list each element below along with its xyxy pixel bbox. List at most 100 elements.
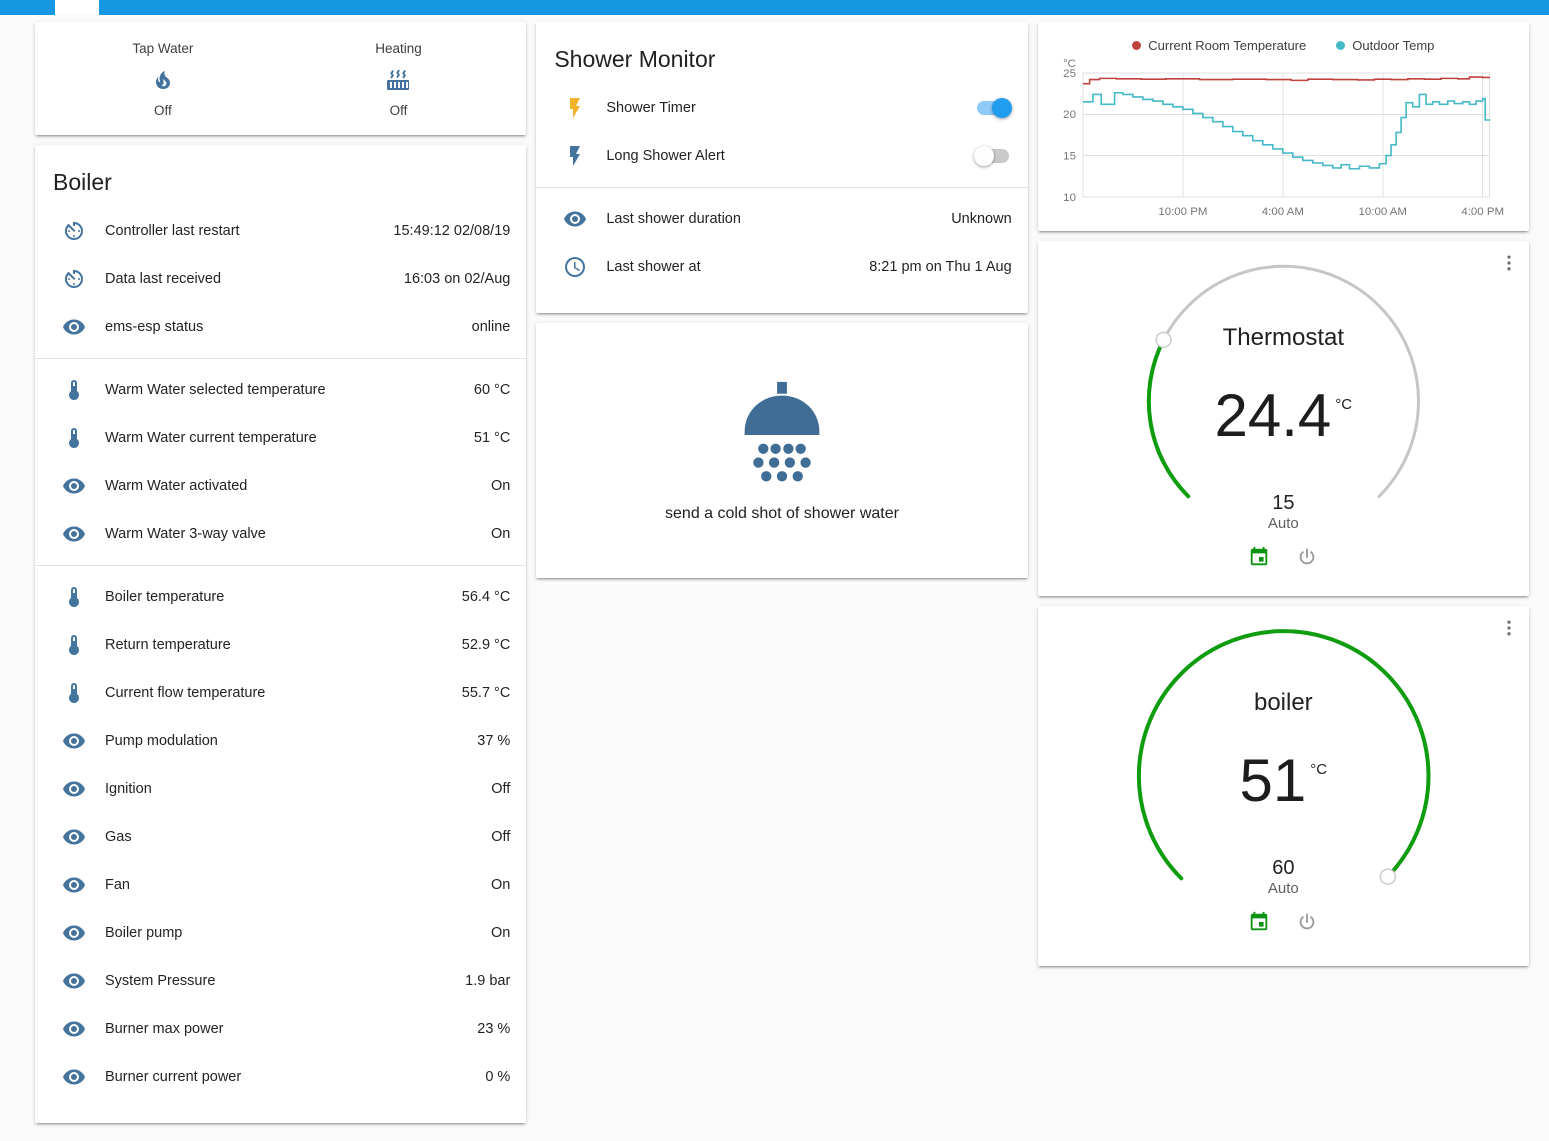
shower-action-card[interactable]: send a cold shot of shower water [536, 323, 1027, 578]
dial-mode: Auto [1038, 515, 1529, 532]
entity-name: Boiler pump [105, 925, 483, 941]
clock-icon [563, 255, 587, 279]
eye-icon [62, 729, 86, 753]
entity-name: Burner max power [105, 1021, 469, 1037]
entity-row[interactable]: Burner max power 23 % [35, 1005, 526, 1053]
entity-row[interactable]: Warm Water activated On [35, 462, 526, 510]
middle-column: Shower Monitor Shower Timer Long Shower … [536, 22, 1027, 578]
entity-row[interactable]: Boiler pump On [35, 909, 526, 957]
entity-row[interactable]: Last shower at 8:21 pm on Thu 1 Aug [536, 243, 1027, 291]
eye-icon [62, 1017, 86, 1041]
entity-row[interactable]: ems-esp status online [35, 303, 526, 351]
entity-row[interactable]: Burner current power 0 % [35, 1053, 526, 1101]
flash-icon [563, 96, 587, 120]
entity-name: Shower Timer [606, 100, 973, 116]
legend-label: Current Room Temperature [1148, 38, 1306, 53]
entity-row[interactable]: Warm Water 3-way valve On [35, 510, 526, 558]
calendar-icon[interactable] [1248, 911, 1270, 933]
divider [35, 565, 526, 566]
timer-icon [62, 267, 86, 291]
entity-row[interactable]: Return temperature 52.9 °C [35, 621, 526, 669]
entity-state: 60 °C [474, 382, 510, 398]
entity-state: 8:21 pm on Thu 1 Aug [869, 259, 1011, 275]
entity-state: Unknown [951, 211, 1011, 227]
shower-head-icon [723, 377, 841, 495]
menu-icon[interactable] [1499, 618, 1519, 638]
entity-row-shower-timer[interactable]: Shower Timer [536, 84, 1027, 132]
svg-text:10: 10 [1063, 192, 1076, 204]
dial-current-temp: 51°C [1038, 746, 1529, 815]
entity-state: online [472, 319, 511, 335]
shower-monitor-card: Shower Monitor Shower Timer Long Shower … [536, 22, 1027, 313]
eye-icon [62, 1065, 86, 1089]
eye-icon [62, 474, 86, 498]
entity-name: Last shower at [606, 259, 861, 275]
entity-row[interactable]: Boiler temperature 56.4 °C [35, 573, 526, 621]
header-tab-indicator[interactable] [55, 0, 99, 15]
entity-row[interactable]: Current flow temperature 55.7 °C [35, 669, 526, 717]
entity-row[interactable]: Warm Water selected temperature 60 °C [35, 366, 526, 414]
entity-row[interactable]: Gas Off [35, 813, 526, 861]
dial-setpoint: 15 [1038, 492, 1529, 515]
thermostat-card: Thermostat 24.4°C 15 Auto [1038, 241, 1529, 596]
entity-row[interactable]: Warm Water current temperature 51 °C [35, 414, 526, 462]
dial-unit: °C [1310, 761, 1327, 778]
calendar-icon[interactable] [1248, 546, 1270, 568]
timer-icon [62, 219, 86, 243]
legend-dot [1336, 41, 1345, 50]
entity-name: Return temperature [105, 637, 454, 653]
card-title: Shower Monitor [536, 22, 1027, 84]
dashboard: Tap Water Off Heating Off Boiler Control… [0, 15, 1549, 1135]
svg-text:20: 20 [1063, 109, 1076, 121]
svg-text:4:00 AM: 4:00 AM [1261, 206, 1303, 218]
entity-state: On [491, 526, 510, 542]
entity-name: Data last received [105, 271, 396, 287]
entity-name: Warm Water 3-way valve [105, 526, 483, 542]
eye-icon [62, 873, 86, 897]
entity-name: Warm Water activated [105, 478, 483, 494]
toggle-thumb[interactable] [974, 146, 994, 166]
entity-state: 37 % [477, 733, 510, 749]
toggle-thumb[interactable] [992, 98, 1012, 118]
boiler-dial-card: boiler 51°C 60 Auto [1038, 606, 1529, 966]
entity-row[interactable]: Pump modulation 37 % [35, 717, 526, 765]
divider [536, 187, 1027, 188]
power-icon[interactable] [1296, 911, 1318, 933]
glance-item-tap-water[interactable]: Tap Water Off [57, 42, 269, 117]
glance-label: Tap Water [132, 42, 193, 56]
shower-timer-toggle[interactable] [974, 97, 1012, 119]
entity-row[interactable]: Last shower duration Unknown [536, 195, 1027, 243]
svg-text:°C: °C [1063, 58, 1076, 70]
entity-row[interactable]: Data last received 16:03 on 02/Aug [35, 255, 526, 303]
eye-icon [62, 522, 86, 546]
entity-name: Ignition [105, 781, 483, 797]
menu-icon[interactable] [1499, 253, 1519, 273]
flash-icon [563, 144, 587, 168]
action-label: send a cold shot of shower water [665, 505, 899, 523]
entity-name: Fan [105, 877, 483, 893]
entity-row[interactable]: Controller last restart 15:49:12 02/08/1… [35, 207, 526, 255]
dial-unit: °C [1335, 396, 1352, 413]
app-header [0, 0, 1549, 15]
eye-icon [62, 777, 86, 801]
svg-text:10:00 AM: 10:00 AM [1358, 206, 1406, 218]
entity-row[interactable]: Fan On [35, 861, 526, 909]
history-chart-card: Current Room TemperatureOutdoor Temp 252… [1038, 22, 1529, 231]
power-icon[interactable] [1296, 546, 1318, 568]
entity-state: On [491, 877, 510, 893]
entity-name: Boiler temperature [105, 589, 454, 605]
right-column: Current Room TemperatureOutdoor Temp 252… [1038, 22, 1529, 966]
thermometer-icon [62, 633, 86, 657]
long-shower-alert-toggle[interactable] [974, 145, 1012, 167]
entity-row[interactable]: Ignition Off [35, 765, 526, 813]
glance-item-heating[interactable]: Heating Off [292, 42, 504, 117]
glance-label: Heating [375, 42, 422, 56]
dial-setpoint: 60 [1038, 857, 1529, 880]
history-chart-svg: 2520151010:00 PM4:00 AM10:00 AM4:00 PM°C [1038, 57, 1529, 225]
entity-row-long-shower-alert[interactable]: Long Shower Alert [536, 132, 1027, 180]
glance-state: Off [154, 104, 172, 118]
entity-state: 55.7 °C [462, 685, 511, 701]
eye-icon [62, 969, 86, 993]
thermometer-icon [62, 426, 86, 450]
entity-row[interactable]: System Pressure 1.9 bar [35, 957, 526, 1005]
